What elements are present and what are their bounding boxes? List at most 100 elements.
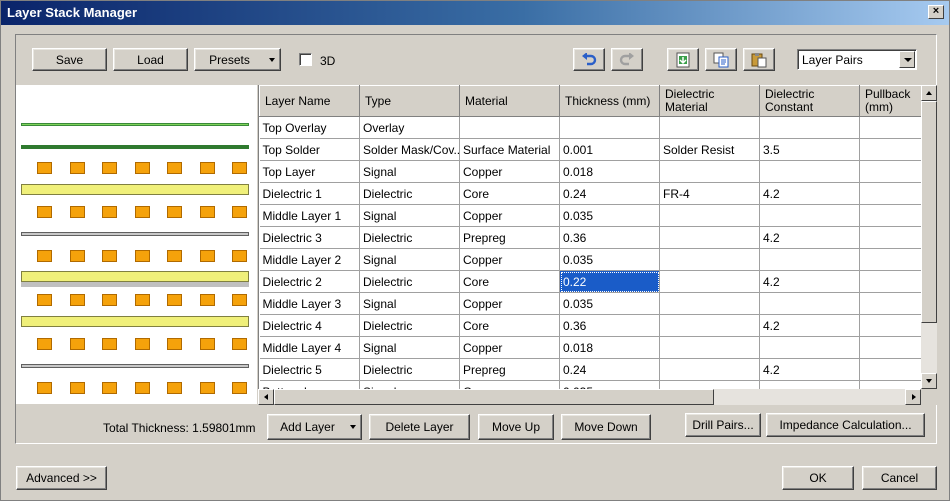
ok-button[interactable]: OK <box>782 466 854 490</box>
table-cell[interactable] <box>859 336 923 359</box>
3d-checkbox[interactable] <box>299 53 312 66</box>
table-cell[interactable] <box>659 270 760 293</box>
table-cell[interactable]: Overlay <box>359 116 460 139</box>
table-cell[interactable]: 0.24 <box>559 358 660 381</box>
table-row[interactable]: Middle Layer 4 Signal Copper 0.018 <box>259 336 923 359</box>
table-cell[interactable]: Signal <box>359 292 460 315</box>
table-cell[interactable]: Dielectric <box>359 314 460 337</box>
import-button[interactable] <box>667 48 699 71</box>
table-cell[interactable] <box>759 292 860 315</box>
column-header[interactable]: Dielectric Constant <box>759 85 860 117</box>
table-cell[interactable]: Dielectric <box>359 226 460 249</box>
table-cell[interactable]: Middle Layer 3 <box>259 292 360 315</box>
table-cell[interactable]: Prepreg <box>459 226 560 249</box>
table-cell[interactable]: 0.035 <box>559 204 660 227</box>
table-row[interactable]: Top Overlay Overlay <box>259 116 923 139</box>
load-button[interactable]: Load <box>113 48 188 71</box>
column-header[interactable]: Pullback (mm) <box>859 85 923 117</box>
table-cell[interactable]: Surface Material <box>459 138 560 161</box>
table-cell[interactable] <box>759 160 860 183</box>
column-header[interactable]: Material <box>459 85 560 117</box>
horizontal-scrollbar[interactable] <box>258 389 921 405</box>
impedance-calculation-button[interactable]: Impedance Calculation... <box>766 413 925 437</box>
table-cell[interactable] <box>759 116 860 139</box>
table-cell[interactable] <box>659 226 760 249</box>
table-cell[interactable]: 0.035 <box>559 248 660 271</box>
close-icon[interactable]: × <box>928 5 944 19</box>
table-cell[interactable]: Dielectric <box>359 270 460 293</box>
3d-checkbox-label[interactable]: 3D <box>320 54 335 68</box>
column-header[interactable]: Layer Name <box>259 85 360 117</box>
table-cell[interactable] <box>859 292 923 315</box>
move-down-button[interactable]: Move Down <box>561 414 651 440</box>
table-cell[interactable]: Middle Layer 4 <box>259 336 360 359</box>
table-cell[interactable] <box>859 138 923 161</box>
table-cell[interactable]: 4.2 <box>759 182 860 205</box>
table-cell[interactable]: Signal <box>359 248 460 271</box>
view-mode-select[interactable]: Layer Pairs <box>797 49 917 70</box>
scroll-up-button[interactable] <box>921 85 937 101</box>
table-cell[interactable] <box>859 358 923 381</box>
table-cell[interactable] <box>859 182 923 205</box>
advanced-button[interactable]: Advanced >> <box>16 466 107 490</box>
table-cell[interactable] <box>659 314 760 337</box>
table-cell[interactable] <box>659 358 760 381</box>
table-cell[interactable]: 4.2 <box>759 358 860 381</box>
table-row[interactable]: Middle Layer 3 Signal Copper 0.035 <box>259 292 923 315</box>
table-cell[interactable]: Signal <box>359 204 460 227</box>
column-header[interactable]: Thickness (mm) <box>559 85 660 117</box>
drill-pairs-button[interactable]: Drill Pairs... <box>685 413 761 437</box>
table-cell[interactable]: Dielectric <box>359 182 460 205</box>
table-cell[interactable]: 3.5 <box>759 138 860 161</box>
table-cell[interactable]: Dielectric <box>359 358 460 381</box>
table-row[interactable]: Dielectric 5 Dielectric Prepreg 0.24 4.2 <box>259 358 923 381</box>
table-cell[interactable]: Dielectric 2 <box>259 270 360 293</box>
cancel-button[interactable]: Cancel <box>862 466 937 490</box>
table-cell[interactable]: Dielectric 4 <box>259 314 360 337</box>
presets-dropdown-button[interactable]: Presets <box>194 48 281 71</box>
vertical-scroll-thumb[interactable] <box>921 101 937 323</box>
table-cell[interactable] <box>659 204 760 227</box>
table-cell[interactable]: Signal <box>359 160 460 183</box>
column-header[interactable]: Dielectric Material <box>659 85 760 117</box>
table-cell[interactable]: Dielectric 1 <box>259 182 360 205</box>
table-cell[interactable]: Top Solder <box>259 138 360 161</box>
table-cell[interactable]: Prepreg <box>459 358 560 381</box>
table-cell[interactable] <box>859 314 923 337</box>
scroll-right-button[interactable] <box>905 389 921 405</box>
table-cell[interactable] <box>859 160 923 183</box>
table-cell[interactable]: 0.035 <box>559 292 660 315</box>
table-cell[interactable] <box>859 226 923 249</box>
table-cell[interactable] <box>659 160 760 183</box>
table-cell[interactable]: Core <box>459 270 560 293</box>
vertical-scrollbar[interactable] <box>921 85 937 389</box>
table-cell[interactable]: Top Layer <box>259 160 360 183</box>
table-row[interactable]: Top Layer Signal Copper 0.018 <box>259 160 923 183</box>
table-cell[interactable] <box>559 116 660 139</box>
table-cell[interactable] <box>759 336 860 359</box>
table-cell[interactable] <box>759 248 860 271</box>
table-cell[interactable] <box>659 336 760 359</box>
save-button[interactable]: Save <box>32 48 107 71</box>
table-cell[interactable] <box>459 116 560 139</box>
table-cell[interactable]: Middle Layer 1 <box>259 204 360 227</box>
table-cell[interactable] <box>859 270 923 293</box>
table-row[interactable]: Dielectric 4 Dielectric Core 0.36 4.2 <box>259 314 923 337</box>
table-cell[interactable]: 0.001 <box>559 138 660 161</box>
table-cell[interactable]: Copper <box>459 204 560 227</box>
table-cell[interactable]: 0.018 <box>559 160 660 183</box>
table-cell[interactable]: Copper <box>459 248 560 271</box>
horizontal-scroll-thumb[interactable] <box>274 389 714 405</box>
table-cell[interactable]: Core <box>459 314 560 337</box>
column-header[interactable]: Type <box>359 85 460 117</box>
table-cell[interactable]: Dielectric 5 <box>259 358 360 381</box>
table-cell[interactable]: 0.22 <box>559 270 660 293</box>
table-cell[interactable]: 0.24 <box>559 182 660 205</box>
delete-layer-button[interactable]: Delete Layer <box>369 414 470 440</box>
table-row[interactable]: Middle Layer 1 Signal Copper 0.035 <box>259 204 923 227</box>
table-row[interactable]: Dielectric 1 Dielectric Core 0.24 FR-4 4.2 <box>259 182 923 205</box>
table-cell[interactable]: Signal <box>359 336 460 359</box>
undo-button[interactable] <box>573 48 605 71</box>
table-cell[interactable]: Solder Mask/Cov... <box>359 138 460 161</box>
table-cell[interactable]: 4.2 <box>759 270 860 293</box>
